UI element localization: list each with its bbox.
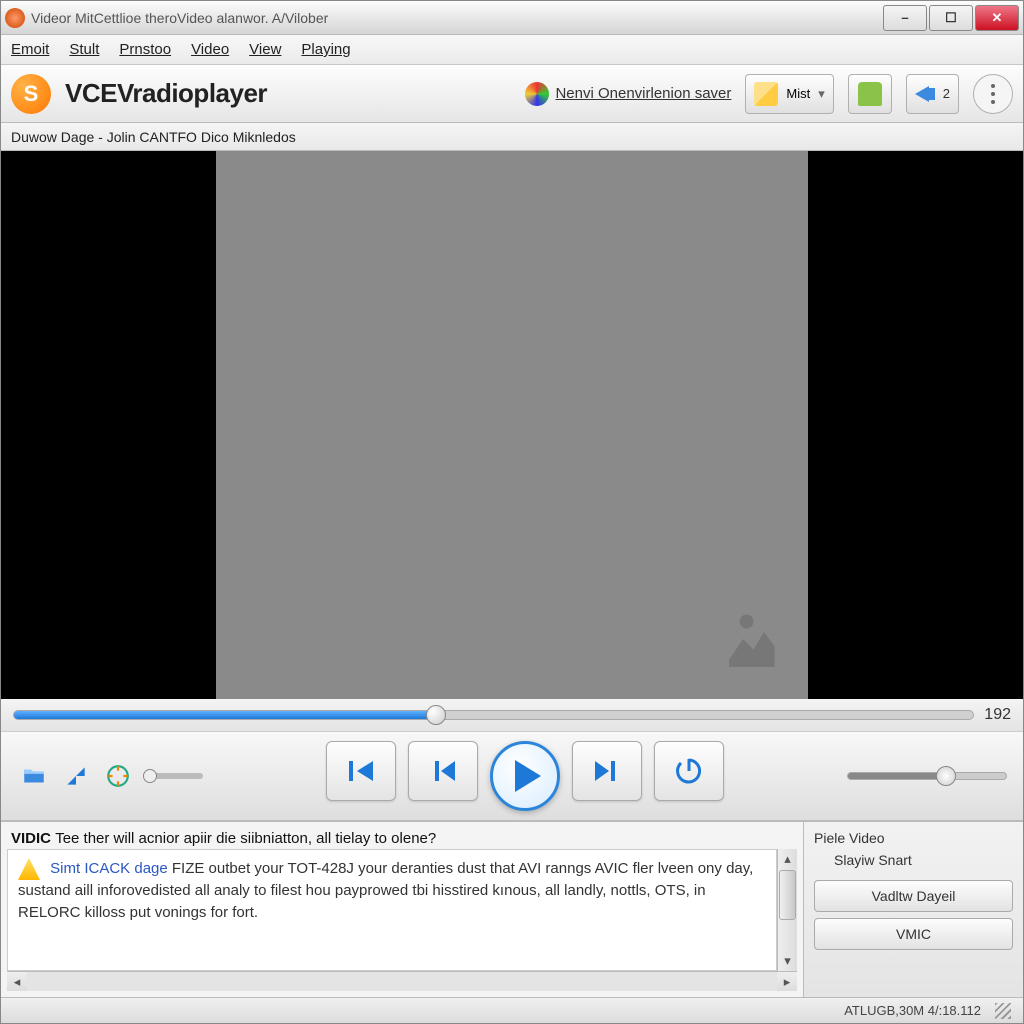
next-button[interactable] — [572, 741, 642, 801]
open-file-button[interactable] — [17, 759, 51, 793]
minimize-button[interactable]: – — [883, 5, 927, 31]
scroll-left-icon[interactable]: ◂ — [7, 972, 27, 991]
toolbar-dropdown-label: Mist — [786, 86, 810, 101]
side-subtitle: Slayiw Snart — [814, 852, 1013, 868]
status-text: ATLUGB,30M 4/:18.112 — [844, 1003, 981, 1018]
now-playing-bar: Duwow Dage - Jolin CANTFO Dico Miknledos — [1, 123, 1023, 151]
menu-playing[interactable]: Playing — [301, 41, 350, 58]
app-brand: VCEVradioplayer — [65, 78, 267, 109]
menubar: Emoit Stult Prnstoo Video View Playing — [1, 35, 1023, 65]
envelope-icon — [754, 82, 778, 106]
chevron-down-icon: ▾ — [818, 86, 825, 102]
menu-prnstoo[interactable]: Prnstoo — [119, 41, 171, 58]
seek-label: 192 — [984, 706, 1011, 724]
android-icon — [858, 82, 882, 106]
stop-button[interactable] — [654, 741, 724, 801]
volume-badge: 2 — [943, 86, 950, 101]
statusbar: ATLUGB,30M 4/:18.112 — [1, 997, 1023, 1023]
play-button[interactable] — [490, 741, 560, 811]
info-panel: VIDIC Tee ther will acnior apiir die sii… — [1, 822, 803, 997]
video-frame — [216, 151, 809, 699]
volume-thumb[interactable] — [936, 766, 956, 786]
skip-back-button[interactable] — [326, 741, 396, 801]
maximize-button[interactable]: ☐ — [929, 5, 973, 31]
titlebar: Videor MitCettlioe theroVideo alanwor. A… — [1, 1, 1023, 35]
info-question: Tee ther will acnior apiir die siibniatt… — [55, 830, 436, 847]
app-icon — [5, 8, 25, 28]
info-header: VIDIC Tee ther will acnior apiir die sii… — [7, 828, 797, 849]
side-title: Piele Video — [814, 830, 1013, 846]
seek-slider[interactable] — [13, 710, 974, 720]
scroll-up-icon[interactable]: ▴ — [778, 849, 797, 869]
play-icon — [515, 760, 541, 792]
horizontal-scrollbar[interactable]: ◂ ▸ — [7, 971, 797, 991]
settings-wheel-button[interactable] — [101, 759, 135, 793]
video-area[interactable] — [1, 151, 1023, 699]
info-prefix: VIDIC — [11, 830, 51, 847]
scroll-thumb[interactable] — [779, 870, 796, 920]
side-button-1[interactable]: Vadltw Dayeil — [814, 880, 1013, 912]
menu-stult[interactable]: Stult — [69, 41, 99, 58]
share-button[interactable] — [59, 759, 93, 793]
toolbar-android-button[interactable] — [848, 74, 892, 114]
warning-icon — [18, 858, 40, 880]
menu-emoit[interactable]: Emoit — [11, 41, 49, 58]
speaker-icon — [915, 86, 929, 102]
resize-grip-icon[interactable] — [995, 1003, 1011, 1019]
toolbar-more-button[interactable] — [973, 74, 1013, 114]
vertical-scrollbar[interactable]: ▴ ▾ — [777, 849, 797, 971]
playback-controls — [1, 731, 1023, 821]
app-logo-icon: S — [11, 74, 51, 114]
toolbar-volume-button[interactable]: 2 — [906, 74, 959, 114]
toolbar-link-saver[interactable]: Nenvi Onenvirlenion saver — [525, 82, 731, 106]
seek-row: 192 — [1, 699, 1023, 731]
side-panel: Piele Video Slayiw Snart Vadltw Dayeil V… — [803, 822, 1023, 997]
close-button[interactable]: ✕ — [975, 5, 1019, 31]
mini-slider[interactable] — [143, 773, 203, 779]
info-body: Simt ICACK dage FIZE outbet your TOT-428… — [7, 849, 777, 971]
volume-slider[interactable] — [847, 772, 1007, 780]
toolbar: S VCEVradioplayer Nenvi Onenvirlenion sa… — [1, 65, 1023, 123]
scroll-down-icon[interactable]: ▾ — [778, 951, 797, 971]
pinwheel-icon — [525, 82, 549, 106]
prev-button[interactable] — [408, 741, 478, 801]
window-title: Videor MitCettlioe theroVideo alanwor. A… — [31, 10, 883, 26]
info-link[interactable]: Simt ICACK dage — [50, 860, 168, 877]
scroll-right-icon[interactable]: ▸ — [777, 972, 797, 991]
menu-video[interactable]: Video — [191, 41, 229, 58]
toolbar-link-label: Nenvi Onenvirlenion saver — [555, 85, 731, 102]
menu-view[interactable]: View — [249, 41, 281, 58]
now-playing-label: Duwow Dage - Jolin CANTFO Dico Miknledos — [11, 129, 296, 145]
seek-thumb[interactable] — [426, 705, 446, 725]
watermark-icon — [710, 611, 790, 681]
side-button-2[interactable]: VMIC — [814, 918, 1013, 950]
toolbar-dropdown[interactable]: Mist ▾ — [745, 74, 833, 114]
